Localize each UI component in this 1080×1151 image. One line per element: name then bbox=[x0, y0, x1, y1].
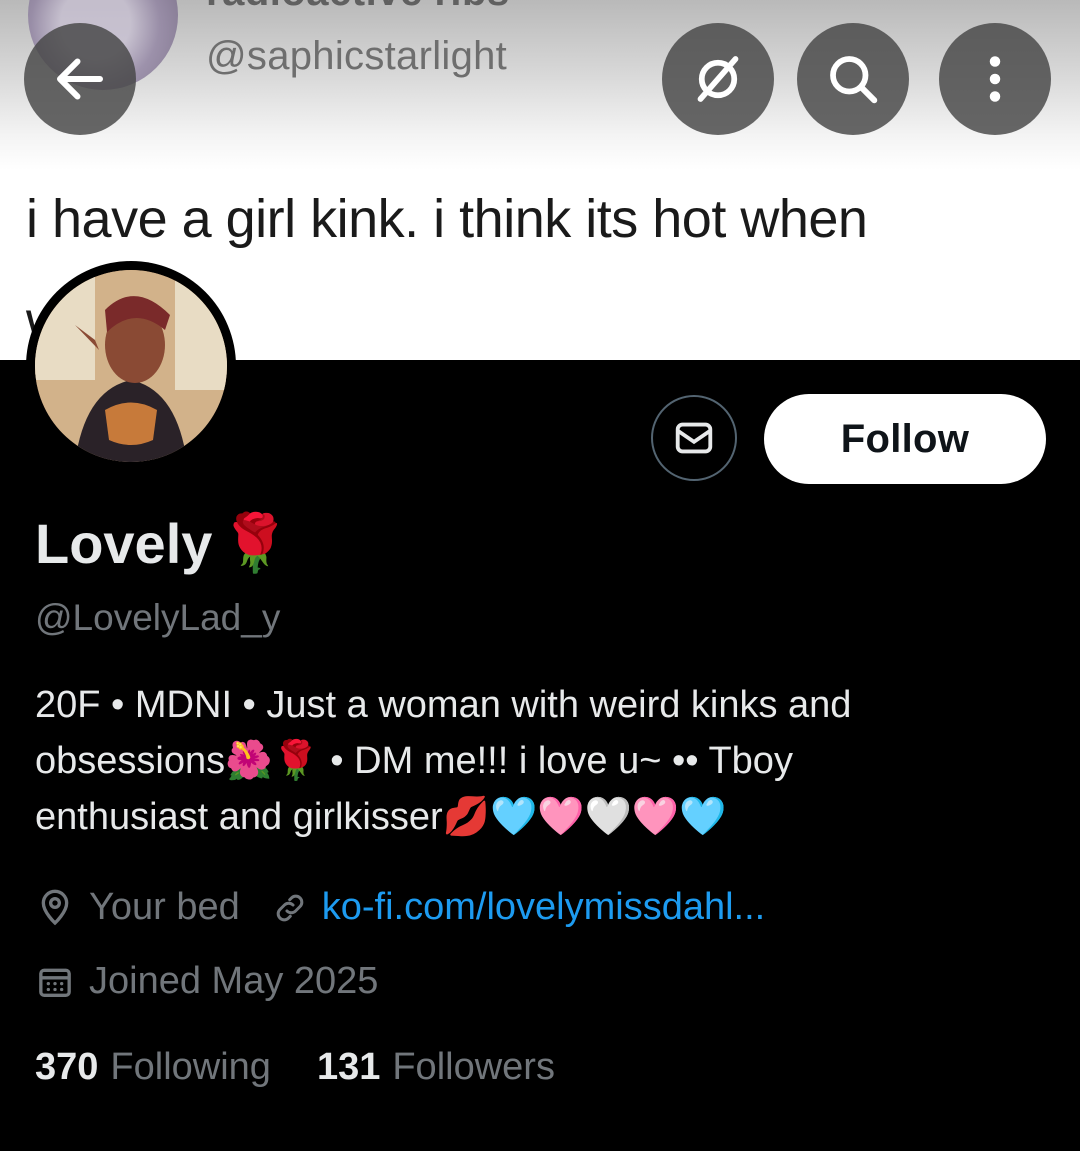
banner-quoted-handle: @saphicstarlight bbox=[206, 34, 508, 78]
avatar-image bbox=[35, 270, 227, 462]
grok-icon bbox=[697, 56, 739, 102]
following-stat[interactable]: 370 Following bbox=[35, 1046, 271, 1089]
more-vertical-icon bbox=[989, 56, 1001, 102]
website-link[interactable]: ko-fi.com/lovelymissdahl... bbox=[322, 886, 765, 929]
joined-text: Joined May 2025 bbox=[89, 960, 379, 1002]
display-name: Lovely 🌹 bbox=[35, 510, 290, 576]
arrow-left-icon bbox=[57, 58, 103, 100]
follow-button[interactable]: Follow bbox=[764, 394, 1046, 484]
location-text: Your bed bbox=[89, 886, 240, 928]
bio-line: obsessions🌺🌹 • DM me!!! i love u~ •• Tbo… bbox=[35, 740, 793, 782]
following-count: 370 bbox=[35, 1046, 99, 1088]
banner-quoted-text: i have a girl kink. i think its hot when bbox=[26, 189, 868, 249]
bio-line: enthusiast and girlkisser💋🩵🩷🤍🩷🩵 bbox=[35, 796, 727, 838]
search-button[interactable] bbox=[797, 23, 909, 135]
grok-button[interactable] bbox=[662, 23, 774, 135]
rose-emoji: 🌹 bbox=[220, 511, 291, 574]
follow-stats: 370 Following 131 Followers bbox=[35, 1046, 555, 1089]
profile-meta-row: Your bed ko-fi.com/lovelymissdahl... bbox=[35, 886, 765, 929]
followers-count: 131 bbox=[316, 1046, 381, 1088]
profile-avatar[interactable] bbox=[26, 261, 236, 471]
more-button[interactable] bbox=[939, 23, 1051, 135]
link-icon bbox=[276, 894, 303, 921]
banner-quoted-name: radioactive ribs bbox=[206, 0, 510, 15]
mail-icon bbox=[675, 422, 713, 454]
location-pin-icon bbox=[41, 889, 69, 925]
followers-stat[interactable]: 131 Followers bbox=[317, 1046, 555, 1089]
search-icon bbox=[830, 56, 878, 104]
bio-line: 20F • MDNI • Just a woman with weird kin… bbox=[35, 684, 852, 726]
message-button[interactable] bbox=[651, 395, 737, 481]
user-handle: @LovelyLad_y bbox=[35, 597, 281, 638]
calendar-icon bbox=[39, 968, 71, 997]
following-label: Following bbox=[110, 1046, 271, 1088]
joined-row: Joined May 2025 bbox=[35, 960, 378, 1003]
bio: 20F • MDNI • Just a woman with weird kin… bbox=[35, 677, 1035, 845]
followers-label: Followers bbox=[392, 1046, 555, 1088]
back-button[interactable] bbox=[24, 23, 136, 135]
display-name-text: Lovely bbox=[35, 511, 213, 575]
